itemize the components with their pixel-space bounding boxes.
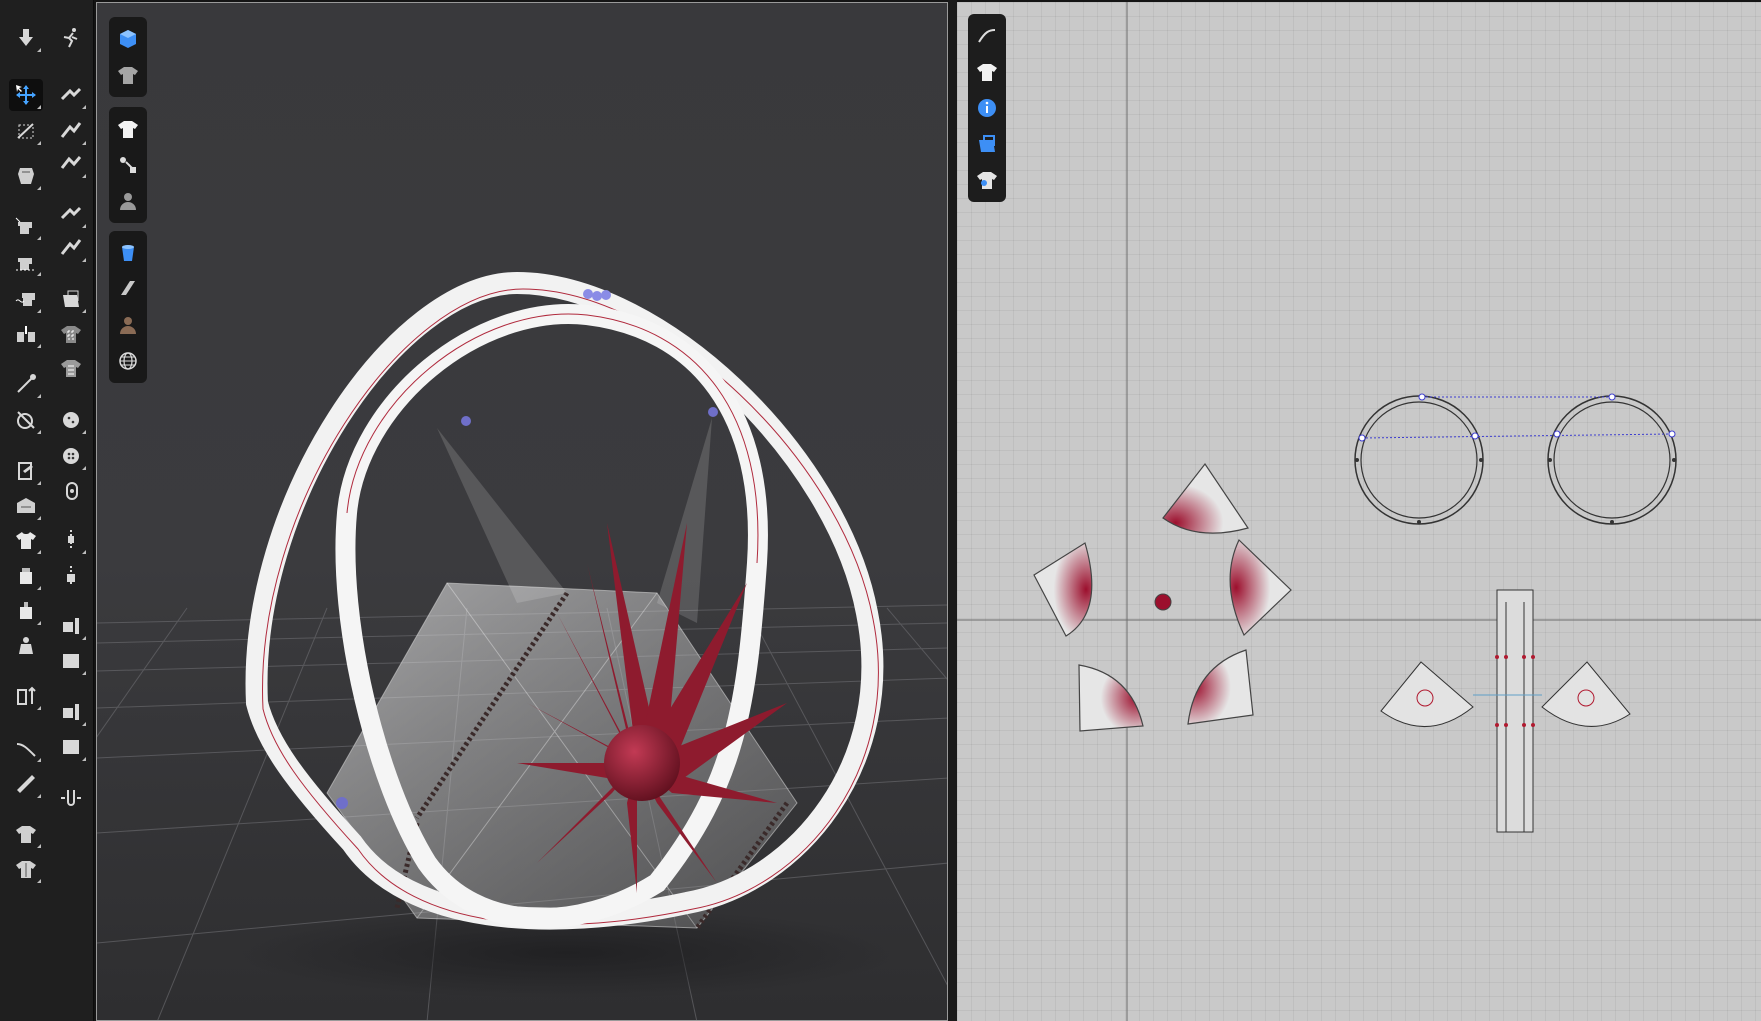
arrow-down-icon[interactable]	[9, 22, 43, 54]
bond-icon[interactable]	[54, 232, 88, 264]
3d-scene[interactable]	[97, 3, 948, 1021]
shirt-gray-icon[interactable]	[109, 57, 147, 93]
fold-arrangement-icon[interactable]	[9, 160, 43, 192]
vp-toolbar-display	[109, 17, 147, 97]
zipper-icon[interactable]	[54, 524, 88, 556]
pencil-icon[interactable]	[968, 18, 1006, 54]
tape-box-icon[interactable]	[54, 696, 88, 728]
pins-icon[interactable]	[109, 147, 147, 183]
strengthen-icon[interactable]	[9, 404, 43, 436]
avatar-figure-icon[interactable]	[9, 630, 43, 662]
trim-pattern-icon[interactable]	[54, 318, 88, 350]
tack-icon[interactable]	[9, 318, 43, 350]
fabric-icon[interactable]	[9, 490, 43, 522]
graphic-icon[interactable]	[54, 283, 88, 315]
avatar-brown-icon[interactable]	[109, 307, 147, 343]
segment-sewing-icon[interactable]	[9, 246, 43, 278]
zipper-slider-icon[interactable]	[54, 560, 88, 592]
button-pin-icon[interactable]	[54, 475, 88, 507]
cube-icon[interactable]	[109, 21, 147, 57]
pattern-toolbar	[968, 14, 1006, 202]
petal-center	[1154, 593, 1172, 611]
garment-layer-icon[interactable]	[9, 560, 43, 592]
fold-icon[interactable]	[54, 198, 88, 230]
piping-box-icon[interactable]	[54, 645, 88, 677]
2d-pattern-window[interactable]	[957, 2, 1761, 1021]
tape-fill-icon[interactable]	[54, 731, 88, 763]
hanger-icon[interactable]	[54, 782, 88, 814]
buttonhole-icon[interactable]	[54, 440, 88, 472]
vp-toolbar-garment	[109, 107, 147, 223]
shirt-icon[interactable]	[9, 524, 43, 556]
select-move-icon[interactable]	[9, 79, 43, 111]
sewing-machine-icon[interactable]	[9, 210, 43, 242]
strap-pieces	[1496, 589, 1534, 833]
shirt-stack-icon[interactable]	[9, 853, 43, 885]
piping-icon[interactable]	[54, 610, 88, 642]
elastic-icon[interactable]	[54, 148, 88, 180]
export-icon[interactable]	[968, 126, 1006, 162]
3d-garment-window[interactable]	[96, 2, 948, 1021]
button-icon[interactable]	[54, 404, 88, 436]
shirt-white-icon[interactable]	[109, 111, 147, 147]
window-divider[interactable]	[948, 0, 957, 1021]
fabric-gray-icon[interactable]	[109, 271, 147, 307]
info-icon[interactable]	[968, 90, 1006, 126]
animation-icon[interactable]	[54, 22, 88, 54]
free-sewing-icon[interactable]	[9, 283, 43, 315]
avatar-layer-icon[interactable]	[9, 595, 43, 627]
ruler-icon[interactable]	[9, 768, 43, 800]
vp-toolbar-render	[109, 231, 147, 383]
edit-texture-icon[interactable]	[9, 455, 43, 487]
transform-pattern-icon[interactable]	[9, 115, 43, 147]
shirt-icon[interactable]	[968, 54, 1006, 90]
tape-icon[interactable]	[9, 732, 43, 764]
measure-icon[interactable]	[9, 680, 43, 712]
main-toolbar	[0, 0, 94, 1021]
globe-icon[interactable]	[109, 343, 147, 379]
pin-icon[interactable]	[9, 368, 43, 400]
render-blue-icon[interactable]	[109, 235, 147, 271]
shirt-fit-icon[interactable]	[9, 818, 43, 850]
pattern-sheet[interactable]	[957, 2, 1761, 1021]
garment-info-icon[interactable]	[968, 162, 1006, 198]
puckering-icon[interactable]	[54, 79, 88, 111]
flower-center	[604, 725, 680, 801]
checker-shirt-icon[interactable]	[54, 352, 88, 384]
ring-pieces	[1354, 395, 1677, 525]
line-weight-icon[interactable]	[54, 115, 88, 147]
avatar-gray-icon[interactable]	[109, 183, 147, 219]
